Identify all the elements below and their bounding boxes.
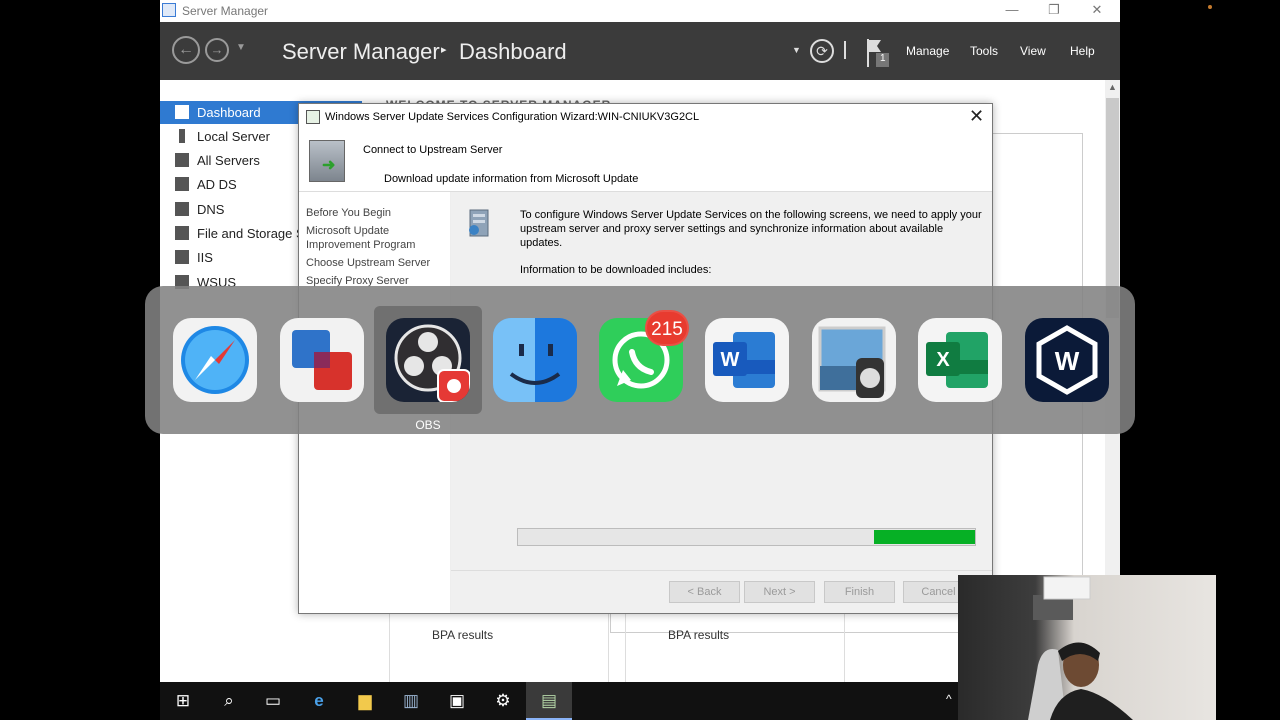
- wizard-close-icon[interactable]: ✕: [969, 106, 984, 127]
- back-button[interactable]: < Back: [669, 581, 740, 603]
- notifications-flag-icon[interactable]: 1: [865, 37, 891, 69]
- svg-text:W: W: [1055, 346, 1080, 376]
- page-title: Dashboard: [459, 39, 567, 64]
- bpa-results-link[interactable]: BPA results: [668, 628, 729, 642]
- whatsapp-unread-badge: 215: [645, 310, 689, 346]
- refresh-icon[interactable]: ⟳: [810, 39, 834, 63]
- preview-icon[interactable]: [812, 318, 896, 402]
- wizard-button-divider: [451, 570, 992, 571]
- ad-ds-icon: [175, 177, 189, 191]
- header-bar: ← → ▼ Server Manager ▸ Dashboard ▼ ⟳ 1 M…: [160, 22, 1120, 80]
- svg-text:X: X: [936, 349, 950, 371]
- internet-explorer-icon[interactable]: e: [296, 682, 342, 720]
- wizard-heading: Connect to Upstream Server: [363, 144, 503, 156]
- sidebar-item-label: IIS: [197, 250, 213, 265]
- restore-button[interactable]: ❐: [1044, 2, 1064, 20]
- step-choose-upstream-server[interactable]: Choose Upstream Server: [306, 256, 430, 270]
- menu-view[interactable]: View: [1020, 44, 1046, 58]
- wizard-title: Windows Server Update Services Configura…: [325, 111, 700, 123]
- sidebar-item-label: File and Storage S: [197, 226, 305, 241]
- sidebar-item-label: Local Server: [197, 129, 270, 144]
- tray-chevron-icon[interactable]: ^: [946, 692, 952, 706]
- window-titlebar: Server Manager — ❐ ✕: [160, 0, 1120, 22]
- bpa-results-link[interactable]: BPA results: [432, 628, 493, 642]
- microsoft-word-icon[interactable]: W: [705, 318, 789, 402]
- server-manager-icon: [162, 3, 176, 17]
- finish-button[interactable]: Finish: [824, 581, 895, 603]
- wizard-info-label: Information to be downloaded includes:: [520, 264, 712, 276]
- obs-icon[interactable]: [386, 318, 470, 402]
- history-dropdown-icon[interactable]: ▼: [236, 42, 246, 53]
- back-arrow-icon[interactable]: ←: [172, 36, 200, 64]
- parallels-icon[interactable]: [280, 318, 364, 402]
- microsoft-excel-icon[interactable]: X: [918, 318, 1002, 402]
- wizard-description: To configure Windows Server Update Servi…: [520, 209, 982, 249]
- sidebar-item-label: All Servers: [197, 153, 260, 168]
- app-switcher: 215 W X W OBS: [145, 286, 1135, 434]
- safari-icon[interactable]: [173, 318, 257, 402]
- wizard-title-icon: [306, 110, 320, 124]
- dashboard-icon: [175, 105, 189, 119]
- status-dot: [1208, 5, 1212, 9]
- forward-arrow-icon[interactable]: →: [205, 38, 229, 62]
- servers-icon: [175, 153, 189, 167]
- windscribe-icon[interactable]: W: [1025, 318, 1109, 402]
- menu-manage[interactable]: Manage: [906, 44, 949, 58]
- windows-start-icon[interactable]: ⊞: [160, 682, 206, 720]
- sidebar-item-label: Dashboard: [197, 105, 261, 120]
- header-divider: [844, 41, 846, 59]
- settings-gear-icon[interactable]: ⚙: [480, 682, 526, 720]
- scroll-thumb[interactable]: [1106, 98, 1119, 318]
- refresh-dropdown-icon[interactable]: ▼: [792, 45, 801, 55]
- command-prompt-icon[interactable]: ▣: [434, 682, 480, 720]
- iis-icon: [175, 250, 189, 264]
- window-title: Server Manager: [182, 4, 269, 18]
- wizard-subheading: Download update information from Microso…: [384, 173, 639, 185]
- notification-count: 1: [880, 53, 886, 64]
- sidebar-item-label: AD DS: [197, 177, 237, 192]
- tile-column: BPA results: [389, 614, 609, 684]
- server-manager-taskbar-icon[interactable]: ▥: [388, 682, 434, 720]
- finder-icon[interactable]: [493, 318, 577, 402]
- wsus-wizard-taskbar-icon[interactable]: ▤: [526, 682, 572, 720]
- file-explorer-icon[interactable]: ▆: [342, 682, 388, 720]
- dns-icon: [175, 202, 189, 216]
- breadcrumb-separator: ▸: [441, 44, 447, 56]
- server-icon: [179, 129, 185, 143]
- webcam-overlay: [958, 575, 1216, 720]
- search-icon[interactable]: ⌕: [206, 682, 252, 720]
- close-button[interactable]: ✕: [1087, 2, 1107, 20]
- selected-app-label: OBS: [415, 418, 441, 432]
- menu-tools[interactable]: Tools: [970, 44, 998, 58]
- svg-text:W: W: [721, 349, 740, 371]
- app-title: Server Manager: [282, 39, 440, 64]
- file-storage-icon: [175, 226, 189, 240]
- step-before-you-begin[interactable]: Before You Begin: [306, 206, 391, 220]
- scroll-up-icon[interactable]: ▲: [1105, 82, 1120, 92]
- download-progress-bar: [517, 528, 976, 546]
- tile-column: BPA results: [625, 614, 845, 684]
- next-button[interactable]: Next >: [744, 581, 815, 603]
- minimize-button[interactable]: —: [1002, 2, 1022, 20]
- task-view-icon[interactable]: ▭: [250, 682, 296, 720]
- step-microsoft-update-improvement[interactable]: Microsoft Update Improvement Program: [306, 224, 431, 252]
- menu-help[interactable]: Help: [1070, 44, 1095, 58]
- wsus-sync-icon: [464, 208, 494, 238]
- progress-fill: [874, 530, 975, 544]
- server-connect-icon: ➜: [309, 140, 345, 182]
- sidebar-item-label: DNS: [197, 202, 225, 217]
